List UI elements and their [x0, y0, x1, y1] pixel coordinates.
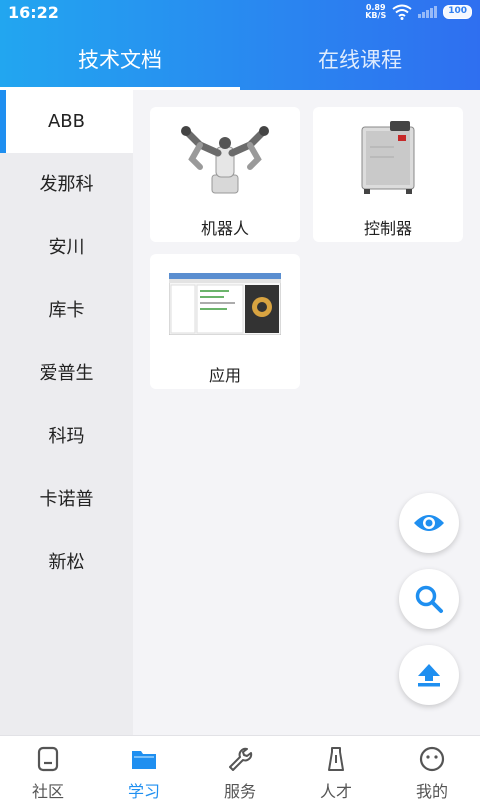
sidebar-item-yaskawa[interactable]: 安川: [0, 216, 133, 279]
community-icon: [37, 746, 59, 772]
tab-tech-docs[interactable]: 技术文档: [0, 36, 240, 90]
folder-icon: [132, 751, 156, 769]
view-button[interactable]: [399, 493, 459, 553]
brand-sidebar: ABB 发那科 安川 库卡 爱普生 科玛 卡诺普 新松: [0, 90, 133, 735]
status-bar: 16:22 0.89 KB/S 100: [0, 0, 480, 26]
card-robot[interactable]: 机器人: [150, 107, 300, 242]
search-button[interactable]: [399, 569, 459, 629]
face-icon: [419, 746, 445, 772]
nav-community[interactable]: 社区: [0, 736, 96, 800]
battery-icon: 100: [443, 5, 472, 19]
nav-study-label: 学习: [127, 782, 160, 800]
nav-talent[interactable]: 人才: [288, 736, 384, 800]
nav-service[interactable]: 服务: [192, 736, 288, 800]
sidebar-item-comau[interactable]: 科玛: [0, 405, 133, 468]
robot-image: [150, 107, 300, 207]
top-tabs: 技术文档 在线课程: [0, 36, 480, 90]
software-screenshot-image: [150, 254, 300, 354]
search-icon: [415, 585, 443, 613]
nav-mine[interactable]: 我的: [384, 736, 480, 800]
wifi-icon: [392, 4, 412, 20]
eye-icon: [414, 515, 444, 531]
sidebar-item-peitian[interactable]: 卡诺普: [0, 468, 133, 531]
card-application-label: 应用: [208, 366, 241, 385]
network-speed: 0.89 KB/S: [365, 4, 386, 20]
card-robot-label: 机器人: [200, 219, 249, 238]
card-controller[interactable]: 控制器: [313, 107, 463, 242]
sidebar-item-abb[interactable]: ABB: [0, 90, 133, 153]
doc-category-grid: 机器人 控制器 应用: [133, 90, 480, 735]
upload-icon: [418, 664, 440, 687]
sidebar-item-kuka[interactable]: 库卡: [0, 279, 133, 342]
sidebar-item-siasun[interactable]: 新松: [0, 531, 133, 594]
talent-icon: [328, 747, 344, 771]
wrench-icon: [229, 747, 253, 771]
upload-button[interactable]: [399, 645, 459, 705]
status-time: 16:22: [8, 3, 59, 22]
card-controller-label: 控制器: [363, 219, 412, 238]
speed-unit: KB/S: [365, 11, 387, 20]
card-application[interactable]: 应用: [150, 254, 300, 389]
signal-icon: [418, 6, 438, 18]
nav-service-label: 服务: [223, 782, 256, 800]
tab-online-courses[interactable]: 在线课程: [240, 36, 480, 90]
sidebar-item-fanuc[interactable]: 发那科: [0, 153, 133, 216]
nav-talent-label: 人才: [319, 782, 352, 800]
bottom-nav: 社区 学习 服务 人才 我的: [0, 735, 480, 800]
status-icons: 0.89 KB/S 100: [365, 4, 472, 20]
nav-community-label: 社区: [31, 782, 64, 800]
sidebar-item-epson[interactable]: 爱普生: [0, 342, 133, 405]
controller-image: [313, 107, 463, 207]
app-header: 16:22 0.89 KB/S 100 技术文档 在线课程: [0, 0, 480, 90]
nav-mine-label: 我的: [415, 782, 448, 800]
nav-study[interactable]: 学习: [96, 736, 192, 800]
